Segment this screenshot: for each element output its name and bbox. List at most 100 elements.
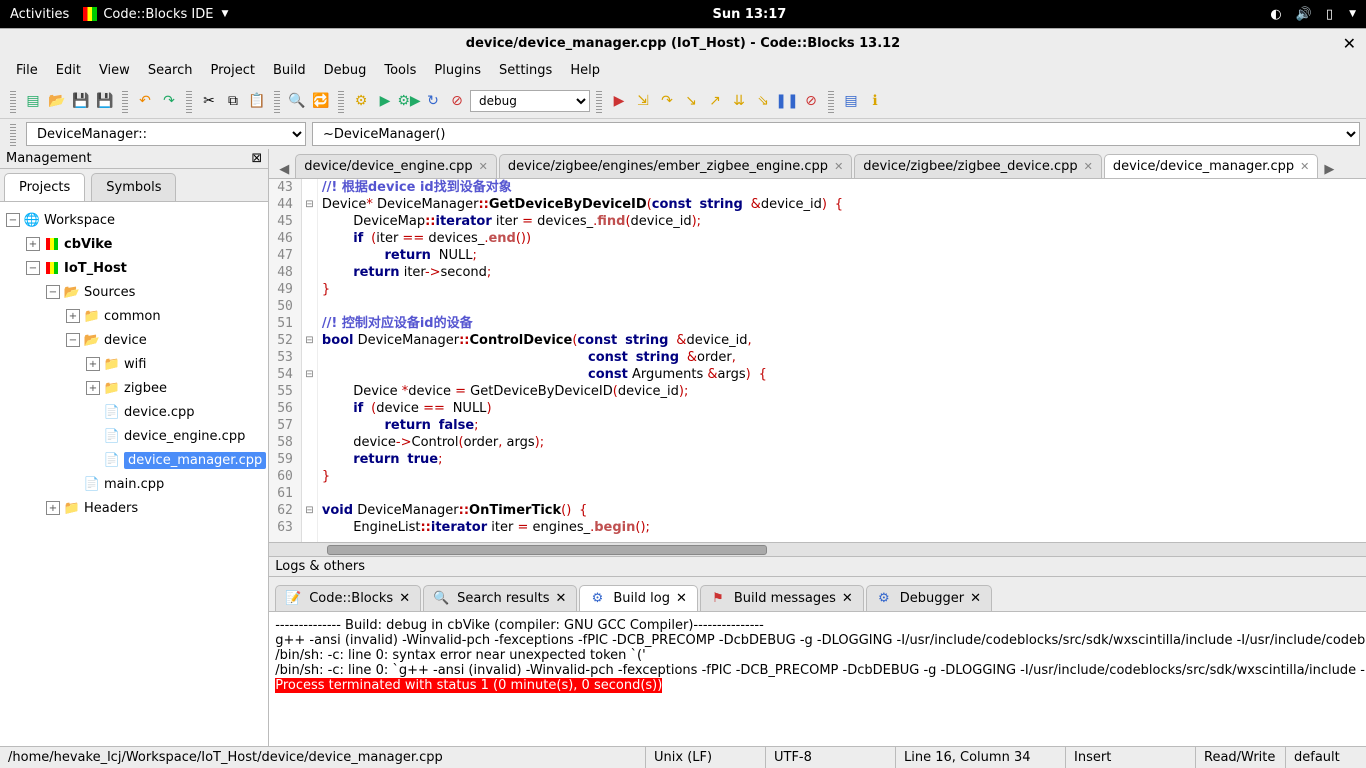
tree-project-iot-host[interactable]: −IoT_Host [2,256,266,280]
menu-plugins[interactable]: Plugins [426,60,489,81]
menu-tools[interactable]: Tools [376,60,424,81]
run-to-cursor-icon[interactable]: ⇲ [632,90,654,112]
log-tab-search[interactable]: 🔍Search results✕ [423,585,577,611]
search-icon: 🔍 [434,592,448,606]
close-icon[interactable]: ✕ [834,160,843,173]
tree-folder-wifi[interactable]: +📁wifi [2,352,266,376]
menu-search[interactable]: Search [140,60,201,81]
tree-file-main-cpp[interactable]: 📄main.cpp [2,472,266,496]
find-icon[interactable]: 🔍 [286,90,308,112]
toolbar-grip[interactable] [10,89,16,113]
build-run-icon[interactable]: ⚙▶ [398,90,420,112]
save-all-icon[interactable]: 💾 [94,90,116,112]
toolbar-grip-7[interactable] [828,89,834,113]
stop-debug-icon[interactable]: ⊘ [800,90,822,112]
tree-workspace[interactable]: −🌐Workspace [2,208,266,232]
project-icon [44,260,60,276]
toolbar-grip-2[interactable] [122,89,128,113]
debug-start-icon[interactable]: ▶ [608,90,630,112]
battery-icon[interactable]: ▯ [1326,7,1333,22]
rebuild-icon[interactable]: ↻ [422,90,444,112]
step-into-instr-icon[interactable]: ⇘ [752,90,774,112]
toolbar-grip-5[interactable] [338,89,344,113]
status-profile: default [1286,747,1366,768]
editor-tab-3[interactable]: device/device_manager.cpp✕ [1104,154,1319,178]
volume-icon[interactable]: 🔊 [1296,7,1312,22]
class-scope-select[interactable]: DeviceManager:: [26,122,306,146]
step-out-icon[interactable]: ↗ [704,90,726,112]
tree-headers[interactable]: +📁Headers [2,496,266,520]
method-scope-select[interactable]: ~DeviceManager() [312,122,1360,146]
toolbar-grip-4[interactable] [274,89,280,113]
tree-file-device-engine-cpp[interactable]: 📄device_engine.cpp [2,424,266,448]
scope-grip[interactable] [10,122,16,146]
line-gutter: 4344454647484950515253545556575859606162… [269,179,302,542]
tree-folder-zigbee[interactable]: +📁zigbee [2,376,266,400]
code-editor[interactable]: 4344454647484950515253545556575859606162… [269,179,1366,542]
menu-build[interactable]: Build [265,60,314,81]
menu-project[interactable]: Project [202,60,262,81]
tree-sources[interactable]: −📂Sources [2,280,266,304]
toolbar-grip-3[interactable] [186,89,192,113]
menu-settings[interactable]: Settings [491,60,560,81]
log-body[interactable]: -------------- Build: debug in cbVike (c… [269,611,1366,746]
close-icon[interactable]: ✕ [1300,160,1309,173]
tree-project-cbvike[interactable]: +cbVike [2,232,266,256]
system-menu-arrow-icon[interactable]: ▼ [1349,9,1356,19]
toolbar-grip-6[interactable] [596,89,602,113]
app-menu[interactable]: Code::Blocks IDE▼ [83,7,228,22]
info-icon[interactable]: ℹ [864,90,886,112]
new-file-icon[interactable]: ▤ [22,90,44,112]
close-icon[interactable]: ✕ [1084,160,1093,173]
copy-icon[interactable]: ⧉ [222,90,244,112]
editor-tab-0[interactable]: device/device_engine.cpp✕ [295,154,497,178]
next-instr-icon[interactable]: ⇊ [728,90,750,112]
menu-view[interactable]: View [91,60,138,81]
accessibility-icon[interactable]: ◐ [1270,7,1281,22]
editor-tab-1[interactable]: device/zigbee/engines/ember_zigbee_engin… [499,154,852,178]
log-tab-build-log[interactable]: ⚙Build log✕ [579,585,698,611]
undo-icon[interactable]: ↶ [134,90,156,112]
activities-button[interactable]: Activities [10,7,69,22]
management-close-icon[interactable]: ⊠ [251,151,262,166]
tab-symbols[interactable]: Symbols [91,173,176,201]
fold-column[interactable]: ⊟⊟⊟⊟ [302,179,318,542]
window-close-button[interactable]: ✕ [1343,34,1356,53]
next-line-icon[interactable]: ↷ [656,90,678,112]
redo-icon[interactable]: ↷ [158,90,180,112]
editor-hscrollbar[interactable] [269,542,1366,556]
step-into-icon[interactable]: ↘ [680,90,702,112]
editor-tab-2[interactable]: device/zigbee/zigbee_device.cpp✕ [854,154,1102,178]
build-target-select[interactable]: debug [470,90,590,112]
close-icon[interactable]: ✕ [479,160,488,173]
paste-icon[interactable]: 📋 [246,90,268,112]
tab-scroll-left-icon[interactable]: ◀ [275,160,293,178]
project-tree: −🌐Workspace +cbVike −IoT_Host −📂Sources … [0,201,268,746]
editor-area: ◀ device/device_engine.cpp✕ device/zigbe… [269,149,1366,746]
tab-scroll-right-icon[interactable]: ▶ [1320,160,1338,178]
menu-debug[interactable]: Debug [316,60,375,81]
open-file-icon[interactable]: 📂 [46,90,68,112]
log-tab-debugger[interactable]: ⚙Debugger✕ [866,585,992,611]
replace-icon[interactable]: 🔁 [310,90,332,112]
run-icon[interactable]: ▶ [374,90,396,112]
management-title: Management [6,151,92,166]
tree-file-device-cpp[interactable]: 📄device.cpp [2,400,266,424]
tree-file-device-manager-cpp[interactable]: 📄device_manager.cpp [2,448,266,472]
build-icon[interactable]: ⚙ [350,90,372,112]
log-tab-build-messages[interactable]: ⚑Build messages✕ [700,585,864,611]
code-lines[interactable]: //! 根据device id找到设备对象 Device* DeviceMana… [318,179,1366,542]
status-path: /home/hevake_lcj/Workspace/IoT_Host/devi… [0,747,646,768]
menu-edit[interactable]: Edit [48,60,89,81]
debug-windows-icon[interactable]: ▤ [840,90,862,112]
menu-file[interactable]: File [8,60,46,81]
log-tab-codeblocks[interactable]: 📝Code::Blocks✕ [275,585,421,611]
save-icon[interactable]: 💾 [70,90,92,112]
cut-icon[interactable]: ✂ [198,90,220,112]
tab-projects[interactable]: Projects [4,173,85,201]
menu-help[interactable]: Help [562,60,608,81]
tree-folder-device[interactable]: −📂device [2,328,266,352]
break-icon[interactable]: ❚❚ [776,90,798,112]
abort-icon[interactable]: ⊘ [446,90,468,112]
tree-folder-common[interactable]: +📁common [2,304,266,328]
